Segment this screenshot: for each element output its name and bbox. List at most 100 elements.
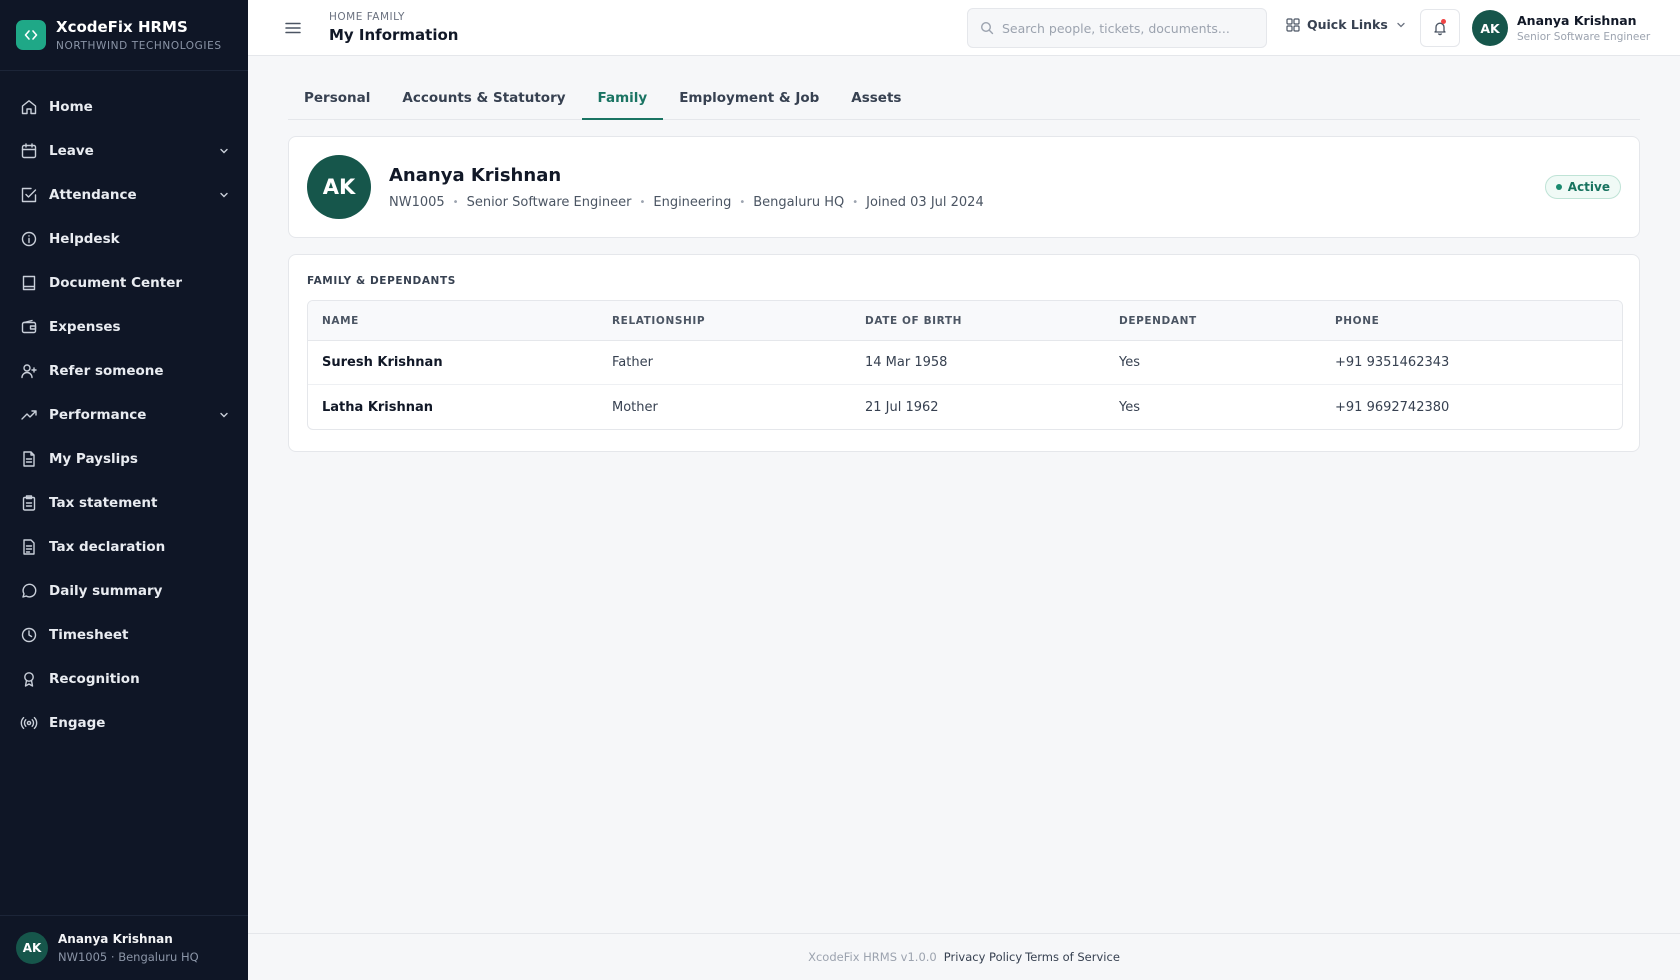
family-table: NAME RELATIONSHIP DATE OF BIRTH DEPENDANT PH… [307,300,1623,430]
sidebar-item-label: Recognition [49,671,140,687]
chevron-down-icon [1397,22,1405,27]
sidebar-item-label: Attendance [49,187,137,203]
table-cell: 14 Mar 1958 [851,341,1105,385]
wallet-icon [20,318,38,336]
meta-separator: • [452,196,459,208]
status-label: Active [1567,180,1610,194]
profile-meta-item: NW1005 [389,194,445,210]
grid-icon [1286,17,1300,32]
sidebar-user-sub: NW1005 · Bengaluru HQ [58,950,199,964]
message-circle-icon [20,582,38,600]
brand[interactable]: XcodeFix HRMS NORTHWIND TECHNOLOGIES [0,0,248,71]
broadcast-icon [20,714,38,732]
meta-separator: • [852,196,859,208]
menu-icon[interactable] [283,18,303,38]
book-icon [20,274,38,292]
user-menu[interactable]: AK Ananya Krishnan Senior Software Engin… [1472,10,1650,46]
file-icon [20,450,38,468]
chevron-down-icon [220,148,228,154]
profile-card: AK Ananya Krishnan NW1005 • Senior Softwar… [288,136,1640,238]
sidebar-item-label: Helpdesk [49,231,120,247]
search-input[interactable] [1002,20,1252,36]
tab-employment-job[interactable]: Employment & Job [663,77,835,120]
breadcrumb: HOME FAMILY [329,11,405,23]
profile-meta-item: Joined 03 Jul 2024 [866,194,984,210]
sidebar-item-label: My Payslips [49,451,138,467]
profile-name: Ananya Krishnan [389,164,562,186]
quick-links-label: Quick Links [1307,17,1388,32]
tab-accounts-statutory[interactable]: Accounts & Statutory [386,77,581,120]
sidebar-item-performance[interactable]: Performance [0,393,248,437]
tab-personal[interactable]: Personal [288,77,386,120]
table-cell: Father [598,341,851,385]
table-cell: Yes [1105,341,1321,385]
table-row[interactable]: Suresh Krishnan Father 14 Mar 1958 Yes +91 9… [308,341,1622,385]
sidebar-item-label: Expenses [49,319,121,335]
clipboard-icon [20,494,38,512]
sidebar-item-tax-declaration[interactable]: Tax declaration [0,525,248,569]
sidebar-item-my-payslips[interactable]: My Payslips [0,437,248,481]
info-tabs: Personal Accounts & Statutory Family Employ… [288,77,1640,120]
table-cell: Suresh Krishnan [308,341,598,385]
sidebar-item-label: Daily summary [49,583,163,599]
table-cell: Mother [612,399,658,415]
page-footer: XcodeFix HRMS v1.0.0 Privacy Policy Term… [248,933,1680,980]
calendar-icon [20,142,38,160]
sidebar-item-label: Timesheet [49,627,129,643]
column-header: DATE OF BIRTH [851,301,1105,341]
page-title: My Information [329,26,459,44]
sidebar-item-label: Tax statement [49,495,158,511]
user-plus-icon [20,362,38,380]
sidebar-item-leave[interactable]: Leave [0,129,248,173]
column-header: NAME [308,301,598,341]
sidebar-item-label: Refer someone [49,363,164,379]
profile-meta-item: Senior Software Engineer [466,194,632,210]
sidebar-item-tax-statement[interactable]: Tax statement [0,481,248,525]
search-box[interactable] [967,8,1267,48]
table-cell: +91 9351462343 [1321,341,1622,385]
tab-assets[interactable]: Assets [835,77,917,120]
clock-icon [20,626,38,644]
check-square-icon [20,186,38,204]
avatar: AK [1472,10,1508,46]
trending-up-icon [20,406,38,424]
column-header: RELATIONSHIP [598,301,851,341]
column-header: DEPENDANT [1105,301,1321,341]
version-text: XcodeFix HRMS v1.0.0 [808,950,937,964]
sidebar-item-attendance[interactable]: Attendance [0,173,248,217]
section-title: FAMILY & DEPENDANTS [307,275,456,287]
table-row[interactable]: Latha Krishnan Mother 21 Jul 1962 Yes +91 96… [308,385,1622,429]
tab-family[interactable]: Family [581,77,664,120]
sidebar-item-recognition[interactable]: Recognition [0,657,248,701]
sidebar-item-timesheet[interactable]: Timesheet [0,613,248,657]
sidebar-item-expenses[interactable]: Expenses [0,305,248,349]
notifications-button[interactable] [1420,9,1460,47]
table-cell: +91 9692742380 [1335,399,1450,415]
sidebar-item-label: Tax declaration [49,539,166,555]
profile-meta-item: Engineering [653,194,732,210]
top-header: HOME FAMILY My Information Quick Links A… [248,0,1680,56]
profile-avatar: AK [307,155,371,219]
sidebar-item-home[interactable]: Home [0,85,248,129]
privacy-link[interactable]: Privacy Policy [944,950,1022,964]
sidebar-item-daily-summary[interactable]: Daily summary [0,569,248,613]
sidebar-item-label: Document Center [49,275,183,291]
sidebar-item-label: Leave [49,143,94,159]
status-dot [1555,184,1562,190]
sidebar-nav: Home Leave Attendance Helpdesk Document Cent… [0,71,248,745]
sidebar-user[interactable]: AK Ananya Krishnan NW1005 · Bengaluru HQ [0,915,248,980]
sidebar-item-label: Performance [49,407,147,423]
chevron-down-icon [220,192,228,198]
sidebar-item-document-center[interactable]: Document Center [0,261,248,305]
meta-separator: • [739,196,746,208]
status-badge: Active [1544,175,1621,199]
sidebar-item-helpdesk[interactable]: Helpdesk [0,217,248,261]
home-icon [20,98,38,116]
sidebar-item-refer-someone[interactable]: Refer someone [0,349,248,393]
table-cell: 21 Jul 1962 [865,399,939,415]
sidebar-item-engage[interactable]: Engage [0,701,248,745]
terms-link[interactable]: Terms of Service [1025,950,1120,964]
quick-links-button[interactable]: Quick Links [1286,17,1413,32]
brand-org: NORTHWIND TECHNOLOGIES [56,40,222,52]
table-header: NAME RELATIONSHIP DATE OF BIRTH DEPENDANT PH… [308,301,1622,341]
